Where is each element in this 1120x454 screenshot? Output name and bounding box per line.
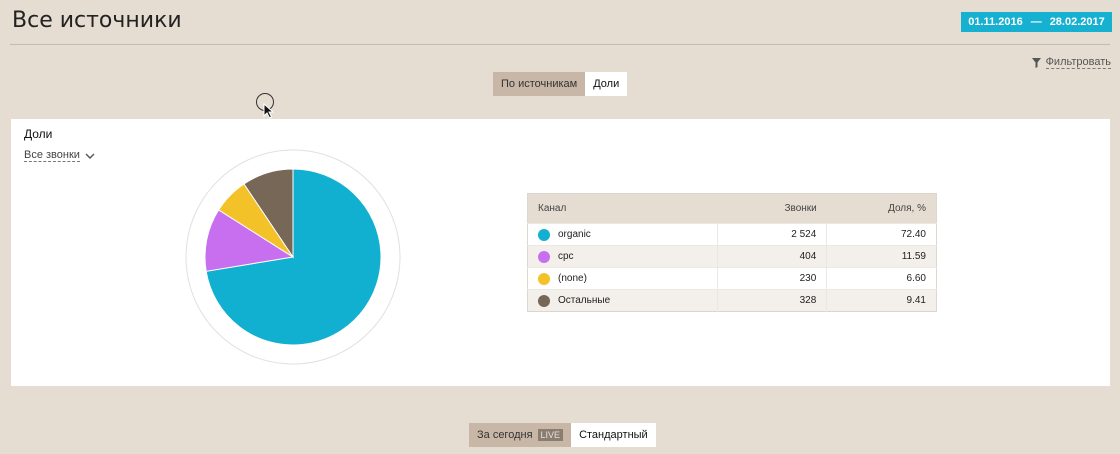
col-header-channel: Канал: [527, 193, 718, 224]
shares-table: Канал Звонки Доля, % organic 2 524 72.40…: [527, 193, 937, 312]
tab-today[interactable]: За сегодня LIVE: [469, 423, 572, 447]
channel-name: organic: [558, 229, 591, 240]
date-range-button[interactable]: 01.11.2016 — 28.02.2017: [961, 12, 1112, 32]
share-cell: 11.59: [826, 245, 937, 268]
date-to: 28.02.2017: [1049, 16, 1105, 28]
channel-name: Остальные: [558, 295, 611, 306]
legend-dot-icon: [538, 228, 550, 241]
live-badge: LIVE: [537, 429, 564, 441]
channel-name: (none): [558, 273, 587, 284]
table-row: cpc 404 11.59: [527, 245, 937, 268]
tab-shares[interactable]: Доли: [585, 72, 628, 96]
view-toggle: По источникам Доли: [493, 72, 628, 96]
tab-by-sources[interactable]: По источникам: [493, 72, 586, 96]
date-separator: —: [1030, 16, 1042, 28]
share-cell: 6.60: [826, 267, 937, 290]
calls-type-dropdown[interactable]: Все звонки: [24, 149, 95, 162]
channel-name: cpc: [558, 251, 574, 262]
legend-dot-icon: [538, 250, 550, 263]
calls-cell: 2 524: [716, 223, 827, 246]
calls-cell: 328: [716, 289, 827, 312]
page-title: Все источники: [12, 8, 182, 33]
tab-today-label: За сегодня: [477, 429, 533, 441]
share-cell: 72.40: [826, 223, 937, 246]
card-title: Доли: [24, 127, 53, 141]
legend-dot-icon: [538, 294, 550, 307]
table-row: Остальные 328 9.41: [527, 289, 937, 312]
funnel-icon: [1031, 57, 1041, 68]
col-header-calls: Звонки: [717, 193, 827, 224]
share-cell: 9.41: [826, 289, 937, 312]
calls-cell: 404: [716, 245, 827, 268]
dropdown-value: Все звонки: [24, 149, 80, 162]
col-header-share: Доля, %: [826, 193, 937, 224]
table-row: (none) 230 6.60: [527, 267, 937, 290]
table-row: organic 2 524 72.40: [527, 223, 937, 246]
table-header-row: Канал Звонки Доля, %: [527, 193, 937, 224]
shares-card: Доли Все звонки Канал Звонки Доля, % org…: [11, 119, 1110, 386]
mouse-pointer-icon: [263, 103, 275, 119]
pie-chart: [185, 149, 401, 365]
tab-standard[interactable]: Стандартный: [571, 423, 656, 447]
chevron-down-icon: [85, 153, 95, 159]
pie-chart-svg: [185, 149, 401, 365]
date-from: 01.11.2016: [968, 16, 1023, 28]
header-divider: [10, 44, 1110, 45]
filter-link[interactable]: Фильтровать: [1031, 56, 1111, 69]
period-toggle: За сегодня LIVE Стандартный: [469, 423, 656, 447]
legend-dot-icon: [538, 272, 550, 285]
calls-cell: 230: [716, 267, 827, 290]
filter-label: Фильтровать: [1045, 56, 1111, 69]
